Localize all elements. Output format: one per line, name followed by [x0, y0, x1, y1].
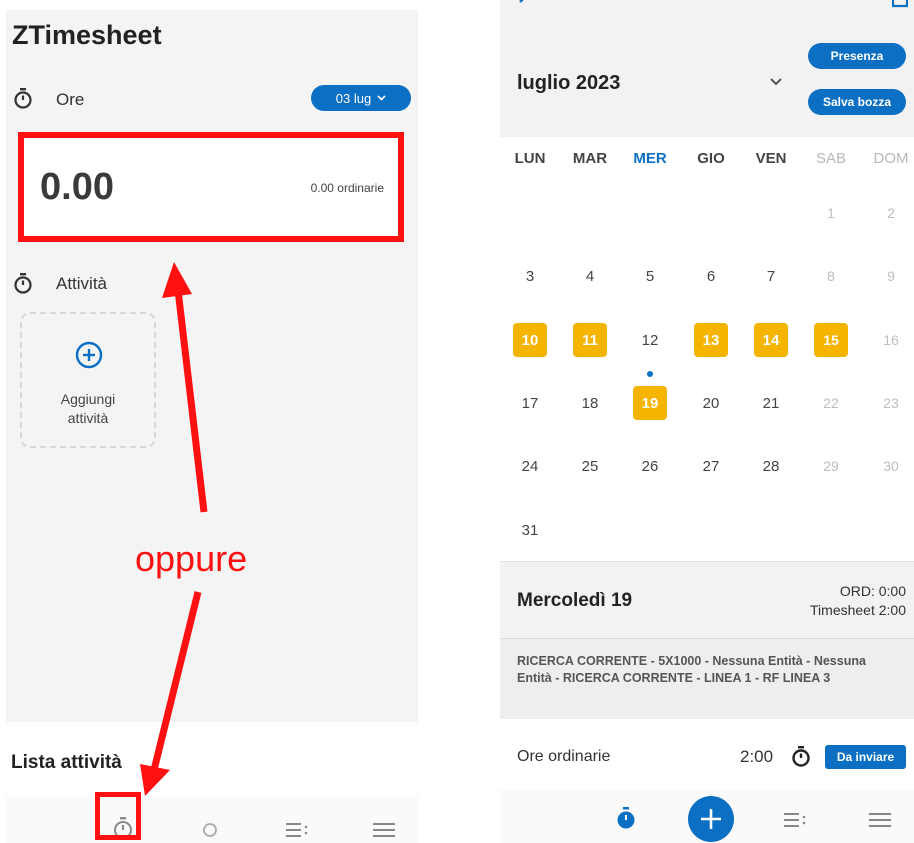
- calendar-day-number: 2: [887, 205, 895, 221]
- day-detail: Mercoledì 19 ORD: 0:00 Timesheet 2:00: [500, 561, 914, 639]
- status-badge[interactable]: Da inviare: [825, 745, 906, 769]
- calendar-day-number: 7: [766, 267, 776, 285]
- weekday-gio: GIO: [697, 150, 725, 167]
- list-icon[interactable]: [781, 807, 809, 833]
- calendar-day-2[interactable]: 2: [861, 196, 914, 230]
- weekday-ven: VEN: [755, 150, 787, 167]
- stopwatch-icon: [790, 745, 812, 767]
- calendar-day-number: 6: [706, 267, 716, 285]
- calendar-day-number: 23: [883, 395, 899, 411]
- calendar-day-7[interactable]: 7: [741, 259, 801, 293]
- right-screen: luglio 2023 Presenza Salva bozza LUN MAR M…: [500, 0, 914, 843]
- calendar-day-5[interactable]: 5: [620, 259, 680, 293]
- weekday-mar: MAR: [572, 150, 608, 167]
- chevron-down-icon[interactable]: [768, 76, 784, 88]
- calendar-day-1[interactable]: 1: [801, 196, 861, 230]
- calendar-day-number: 26: [641, 457, 659, 475]
- calendar-day-number: 22: [823, 395, 839, 411]
- ore-ordinarie-value: 2:00: [740, 747, 774, 766]
- calendar-day-27[interactable]: 27: [681, 449, 741, 483]
- calendar-day-number: 27: [702, 457, 720, 475]
- presenza-button[interactable]: Presenza: [808, 43, 906, 69]
- calendar-day-number: 19: [633, 386, 667, 420]
- calendar-day-23[interactable]: 23: [861, 386, 914, 420]
- calendar-day-number: 16: [883, 332, 899, 348]
- calendar-day-30[interactable]: 30: [861, 449, 914, 483]
- calendar-day-19[interactable]: 19: [620, 386, 680, 420]
- calendar-day-number: 15: [814, 323, 848, 357]
- calendar-day-number: 4: [585, 267, 595, 285]
- calendar-day-number: 10: [513, 323, 547, 357]
- timesheet-hours: Timesheet 2:00: [810, 602, 906, 618]
- calendar-day-21[interactable]: 21: [741, 386, 801, 420]
- calendar-day-14[interactable]: 14: [741, 323, 801, 357]
- month-label: luglio 2023: [517, 72, 621, 94]
- ord-hours: ORD: 0:00: [839, 583, 906, 599]
- project-item[interactable]: RICERCA CORRENTE - 5X1000 - Nessuna Enti…: [500, 639, 914, 719]
- calendar-day-number: 31: [521, 521, 539, 539]
- event-dot: [647, 371, 653, 377]
- weekday-lun: LUN: [514, 150, 546, 167]
- calendar-day-number: 17: [521, 394, 539, 412]
- calendar-day-28[interactable]: 28: [741, 449, 801, 483]
- calendar-day-number: 12: [641, 331, 659, 349]
- calendar-day-number: 3: [525, 267, 535, 285]
- calendar-day-4[interactable]: 4: [560, 259, 620, 293]
- calendar-day-16[interactable]: 16: [861, 323, 914, 357]
- calendar-day-number: 21: [762, 394, 780, 412]
- annotation-arrows: [140, 262, 208, 796]
- calendar-day-number: 9: [887, 268, 895, 284]
- calendar-day-number: 30: [883, 458, 899, 474]
- annotation-highlight: [95, 792, 141, 840]
- calendar-day-number: 14: [754, 323, 788, 357]
- calendar-day-9[interactable]: 9: [861, 259, 914, 293]
- calendar-day-number: 20: [702, 394, 720, 412]
- calendar-day-29[interactable]: 29: [801, 449, 861, 483]
- calendar-day-18[interactable]: 18: [560, 386, 620, 420]
- day-title: Mercoledì 19: [517, 590, 633, 611]
- save-icon[interactable]: [892, 0, 908, 8]
- ore-ordinarie-label: Ore ordinarie: [517, 748, 611, 765]
- calendar-day-number: 25: [581, 457, 599, 475]
- calendar-day-22[interactable]: 22: [801, 386, 861, 420]
- calendar-day-25[interactable]: 25: [560, 449, 620, 483]
- calendar-day-24[interactable]: 24: [500, 449, 560, 483]
- weekday-dom: DOM: [873, 150, 909, 167]
- calendar-day-10[interactable]: 10: [500, 323, 560, 357]
- menu-icon[interactable]: [866, 807, 894, 833]
- calendar-day-number: 18: [581, 394, 599, 412]
- calendar-day-number: 13: [694, 323, 728, 357]
- project-text: RICERCA CORRENTE - 5X1000 - Nessuna Enti…: [517, 654, 866, 685]
- calendar-day-number: 8: [827, 268, 835, 284]
- weekday-sab: SAB: [815, 150, 846, 167]
- calendar-day-31[interactable]: 31: [500, 513, 560, 547]
- calendar-day-17[interactable]: 17: [500, 386, 560, 420]
- calendar-day-number: 24: [521, 457, 539, 475]
- calendar-day-number: 5: [645, 267, 655, 285]
- calendar-day-number: 1: [827, 205, 835, 221]
- back-arrow-icon[interactable]: [516, 0, 530, 6]
- stopwatch-icon[interactable]: [612, 806, 640, 832]
- weekday-mer: MER: [633, 150, 667, 167]
- save-draft-button[interactable]: Salva bozza: [808, 89, 906, 115]
- calendar-day-6[interactable]: 6: [681, 259, 741, 293]
- add-button[interactable]: [688, 796, 734, 842]
- calendar-day-number: 11: [573, 323, 607, 357]
- calendar-day-20[interactable]: 20: [681, 386, 741, 420]
- plus-icon: [688, 796, 734, 842]
- calendar-day-8[interactable]: 8: [801, 259, 861, 293]
- calendar-day-13[interactable]: 13: [681, 323, 741, 357]
- calendar-day-15[interactable]: 15: [801, 323, 861, 357]
- calendar-day-3[interactable]: 3: [500, 259, 560, 293]
- calendar-day-26[interactable]: 26: [620, 449, 680, 483]
- calendar-day-12[interactable]: 12: [620, 323, 680, 357]
- calendar-day-number: 29: [823, 458, 839, 474]
- calendar-day-11[interactable]: 11: [560, 323, 620, 357]
- calendar-day-number: 28: [762, 457, 780, 475]
